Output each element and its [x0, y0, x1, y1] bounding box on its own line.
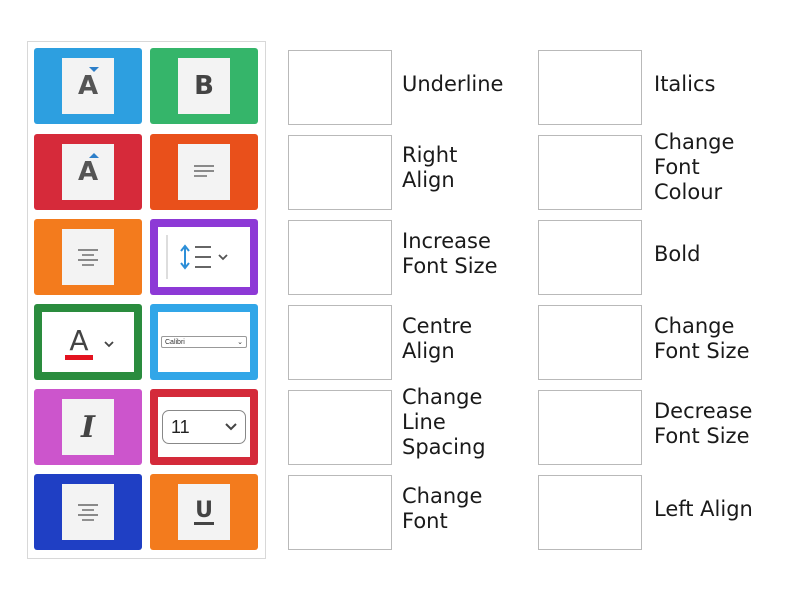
align-left-icon — [78, 504, 98, 521]
target-label: Change Font Colour — [654, 130, 735, 204]
target-label: Underline — [402, 72, 504, 96]
italics-tile[interactable]: I — [34, 389, 142, 465]
font-size-tile[interactable]: 11 — [150, 389, 258, 465]
drop-box[interactable] — [538, 220, 642, 295]
target-label: Increase Font Size — [402, 229, 498, 278]
font-colour-icon: A — [65, 324, 114, 360]
target-label: Italics — [654, 72, 716, 96]
drop-box[interactable] — [288, 135, 392, 210]
line-spacing-icon — [166, 235, 228, 279]
centre-align-tile[interactable] — [34, 219, 142, 295]
decrease-font-size-icon: A — [78, 153, 99, 187]
drop-box[interactable] — [288, 475, 392, 550]
drop-box[interactable] — [538, 390, 642, 465]
drop-box[interactable] — [288, 50, 392, 125]
line-spacing-tile[interactable] — [150, 219, 258, 295]
svg-text:A: A — [69, 324, 88, 357]
drop-box[interactable] — [538, 475, 642, 550]
underline-tile[interactable]: U — [150, 474, 258, 550]
align-center-icon — [78, 249, 98, 266]
target-label: Centre Align — [402, 314, 473, 363]
align-right-icon — [194, 165, 214, 177]
drop-box[interactable] — [288, 390, 392, 465]
italic-icon: I — [80, 409, 96, 445]
increase-font-size-icon: A — [78, 67, 99, 101]
target-label: Change Font Size — [654, 314, 750, 363]
decrease-font-size-tile[interactable]: A — [34, 134, 142, 210]
bold-icon: B — [194, 71, 214, 101]
drop-box[interactable] — [538, 50, 642, 125]
font-dropdown-icon: Calibri ⌄ — [161, 336, 247, 348]
font-name-tile[interactable]: Calibri ⌄ — [150, 304, 258, 380]
font-size-dropdown-icon: 11 — [162, 410, 246, 444]
bold-tile[interactable]: B — [150, 48, 258, 124]
right-align-tile[interactable] — [150, 134, 258, 210]
tiles-panel: A B A A Calibri ⌄ I 11 U — [27, 41, 266, 559]
target-label: Right Align — [402, 143, 458, 192]
drop-box[interactable] — [288, 220, 392, 295]
font-colour-tile[interactable]: A — [34, 304, 142, 380]
left-align-tile[interactable] — [34, 474, 142, 550]
target-label: Bold — [654, 242, 701, 266]
target-label: Change Line Spacing — [402, 385, 486, 459]
target-label: Decrease Font Size — [654, 399, 753, 448]
target-label: Change Font — [402, 484, 483, 533]
increase-font-size-tile[interactable]: A — [34, 48, 142, 124]
drop-box[interactable] — [288, 305, 392, 380]
drop-box[interactable] — [538, 135, 642, 210]
underline-icon: U — [194, 497, 214, 525]
drop-box[interactable] — [538, 305, 642, 380]
target-label: Left Align — [654, 497, 753, 521]
